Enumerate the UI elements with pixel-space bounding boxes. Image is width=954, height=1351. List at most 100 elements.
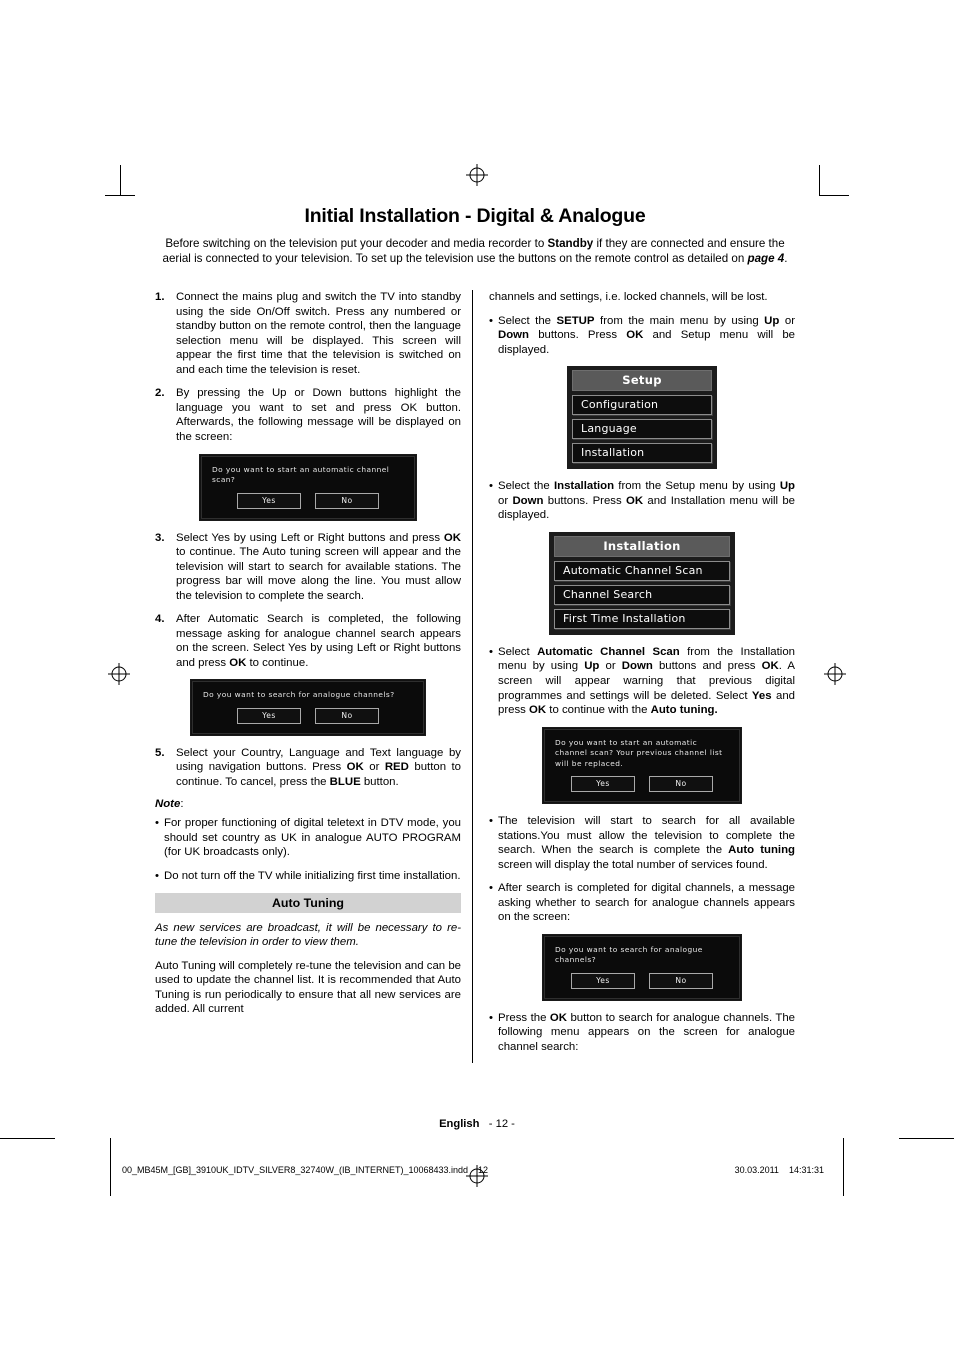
- dialog-1-message: Do you want to start an automatic channe…: [212, 464, 390, 485]
- footer-page-number: - 12 -: [488, 1118, 515, 1130]
- page-intro: Before switching on the television put y…: [155, 237, 795, 266]
- intro-part1: Before switching on the television put y…: [165, 237, 548, 250]
- setup-menu-wrap: Setup Configuration Language Installatio…: [489, 366, 795, 470]
- step-1-text: Connect the mains plug and switch the TV…: [176, 291, 461, 376]
- scan-bold-ok: OK: [761, 660, 779, 673]
- step-5-number: 5.: [155, 746, 165, 759]
- setup-bold-ok: OK: [626, 329, 644, 342]
- osd-dialog-4-frame: Do you want to search for analogue chann…: [542, 933, 742, 1001]
- automatic-channel-scan-dialog: Do you want to start an automatic channe…: [201, 455, 415, 519]
- inst-mid2: or: [498, 494, 513, 507]
- print-rule-right: [899, 1138, 954, 1139]
- bullet-select-installation-text: Select the Installation from the Setup m…: [498, 479, 795, 523]
- dialog-2-buttons: Yes No: [203, 707, 413, 724]
- registration-mark-right: [824, 663, 846, 685]
- dialog-2-yes-button[interactable]: Yes: [237, 707, 301, 724]
- inst-mid3: buttons. Press: [543, 494, 626, 507]
- registration-mark-left: [108, 663, 130, 685]
- installation-menu-item-first-time-installation[interactable]: First Time Installation: [554, 608, 730, 629]
- dialog-1-no-button[interactable]: No: [315, 492, 379, 509]
- analogue-channel-search-dialog: Do you want to search for analogue chann…: [192, 681, 424, 734]
- dialog-3-yes-button[interactable]: Yes: [571, 776, 635, 793]
- setup-bold-up: Up: [764, 314, 780, 327]
- step-3: 3. Select Yes by using Left or Right but…: [155, 531, 461, 604]
- dialog-1-yes-button[interactable]: Yes: [237, 492, 301, 509]
- dialog-3-message: Do you want to start an automatic channe…: [555, 737, 723, 768]
- scan-bold-up: Up: [584, 660, 600, 673]
- inst-mid1: from the Setup menu by using: [614, 480, 780, 493]
- step-5-mid1: or: [363, 761, 385, 774]
- bullet-select-setup-text: Select the SETUP from the main menu by u…: [498, 314, 795, 358]
- crop-mark-top-left-horizontal: [105, 195, 135, 196]
- step-5-post: button.: [360, 775, 399, 788]
- step-3-text: Select Yes by using Left or Right button…: [176, 531, 461, 604]
- dialog-2-no-button[interactable]: No: [315, 707, 379, 724]
- step-5-bold-blue: BLUE: [329, 775, 361, 788]
- step-5-bold-ok: OK: [346, 761, 364, 774]
- step-4-bold-ok: OK: [229, 656, 247, 669]
- setup-menu: Setup Configuration Language Installatio…: [567, 366, 717, 470]
- bullet-automatic-channel-scan: • Select Automatic Channel Scan from the…: [489, 645, 795, 718]
- bullet-press-ok-text: Press the OK button to search for analog…: [498, 1011, 795, 1055]
- setup-pre: Select the: [498, 314, 557, 327]
- step-2-number: 2.: [155, 387, 165, 400]
- dialog-4-message: Do you want to search for analogue chann…: [555, 944, 703, 965]
- step-3-number: 3.: [155, 531, 165, 544]
- analogue-channel-search-dialog-2: Do you want to search for analogue chann…: [544, 935, 740, 999]
- scan-mid2: or: [599, 660, 622, 673]
- scan-pre: Select: [498, 645, 538, 658]
- print-time: 14:31:31: [788, 1165, 824, 1175]
- bullet-automatic-channel-scan-text: Select Automatic Channel Scan from the I…: [498, 645, 795, 718]
- setup-menu-item-configuration[interactable]: Configuration: [572, 395, 712, 416]
- installation-menu-item-automatic-channel-scan[interactable]: Automatic Channel Scan: [554, 560, 730, 581]
- replace-channel-list-dialog: Do you want to start an automatic channe…: [544, 728, 740, 803]
- dialog-3-no-button[interactable]: No: [649, 776, 713, 793]
- scan-bold-yes: Yes: [751, 689, 772, 702]
- note-bullet-1: • For proper functioning of digital tele…: [155, 816, 461, 860]
- print-filename-text: 00_MB45M_[GB]_3910UK_IDTV_SILVER8_32740W…: [122, 1165, 469, 1175]
- installation-menu-item-channel-search[interactable]: Channel Search: [554, 584, 730, 605]
- auto-tuning-para: Auto Tuning will completely re-tune the …: [155, 959, 461, 1016]
- print-border-right: [843, 1138, 844, 1196]
- dialog-4-yes-button[interactable]: Yes: [571, 972, 635, 989]
- inst-bold-ok: OK: [626, 494, 644, 507]
- step-3-pre: Select Yes by using Left or Right button…: [176, 531, 444, 544]
- bullet-dot-icon: •: [489, 815, 493, 828]
- inst-pre: Select the: [498, 480, 554, 493]
- setup-menu-item-installation[interactable]: Installation: [572, 443, 712, 464]
- search-post: screen will display the total number of …: [498, 858, 768, 871]
- step-2-text: By pressing the Up or Down buttons highl…: [176, 387, 461, 443]
- inst-bold-installation: Installation: [553, 480, 615, 493]
- registration-mark-top: [466, 164, 488, 186]
- bullet-dot-icon: •: [489, 1011, 493, 1024]
- osd-dialog-1-frame: Do you want to start an automatic channe…: [199, 453, 417, 521]
- step-5-text: Select your Country, Language and Text l…: [176, 746, 461, 790]
- print-filename-page: 12: [478, 1165, 489, 1175]
- step-5-bold-red: RED: [384, 761, 409, 774]
- scan-mid3: buttons and press: [652, 660, 762, 673]
- bullet-dot-icon: •: [489, 882, 493, 895]
- step-1-number: 1.: [155, 291, 165, 304]
- dialog-3-buttons: Yes No: [555, 776, 729, 793]
- column-divider: [472, 290, 473, 1064]
- bullet-tv-search-text: The television will start to search for …: [498, 814, 795, 872]
- setup-menu-item-language[interactable]: Language: [572, 419, 712, 440]
- section-heading-auto-tuning: Auto Tuning: [155, 892, 461, 913]
- left-column: 1. Connect the mains plug and switch the…: [155, 290, 472, 1063]
- scan-bold-auto-tuning: Auto tuning.: [650, 704, 718, 717]
- search-bold-auto-tuning: Auto tuning: [728, 844, 795, 857]
- crop-mark-top-right-vertical: [819, 165, 820, 195]
- page-content: Initial Installation - Digital & Analogu…: [155, 205, 795, 1064]
- intro-bolditalic-page4: page 4: [747, 251, 785, 265]
- step-3-post: to continue. The Auto tuning screen will…: [176, 546, 461, 602]
- pressok-pre: Press the: [498, 1011, 550, 1024]
- dialog-4-no-button[interactable]: No: [649, 972, 713, 989]
- note-bullet-2-text: Do not turn off the TV while initializin…: [164, 870, 461, 883]
- step-5: 5. Select your Country, Language and Tex…: [155, 746, 461, 790]
- step-4-text: After Automatic Search is completed, the…: [176, 612, 461, 670]
- intro-part3: .: [784, 251, 788, 265]
- note-bullet-2: • Do not turn off the TV while initializ…: [155, 869, 461, 884]
- dialog-1-buttons: Yes No: [212, 492, 404, 509]
- intro-bold-standby: Standby: [547, 237, 594, 250]
- bullet-dot-icon: •: [155, 870, 159, 883]
